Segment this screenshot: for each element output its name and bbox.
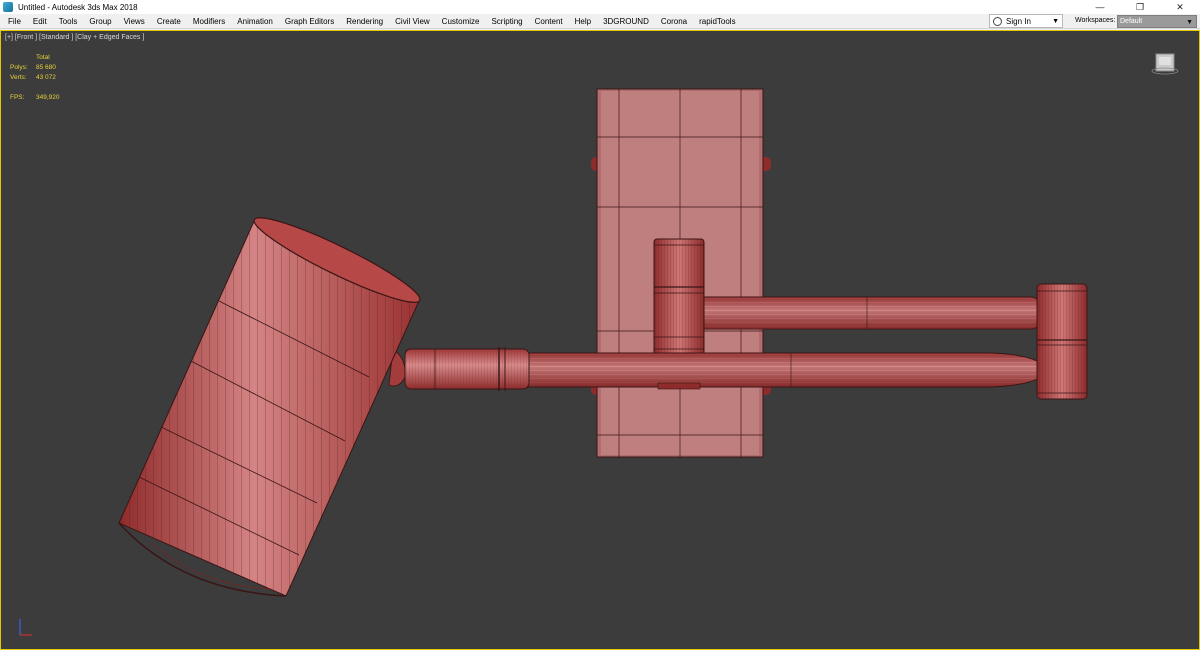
menu-item-tools[interactable]: Tools bbox=[53, 14, 84, 29]
window-controls: — ❐ ✕ bbox=[1080, 0, 1200, 14]
front-viewport[interactable]: [+] [Front ] [Standard ] [Clay + Edged F… bbox=[0, 30, 1200, 650]
scene-canvas[interactable] bbox=[1, 31, 1199, 649]
head-connector[interactable] bbox=[388, 347, 530, 391]
lamp-head-cylinder[interactable] bbox=[118, 207, 426, 597]
upper-arm[interactable] bbox=[690, 296, 1042, 330]
menu-item-edit[interactable]: Edit bbox=[27, 14, 53, 29]
menu-item-rendering[interactable]: Rendering bbox=[340, 14, 389, 29]
sign-in-button[interactable]: Sign In ▼ bbox=[989, 14, 1063, 28]
user-icon bbox=[993, 16, 1002, 26]
app-logo-icon bbox=[3, 2, 13, 12]
menu-item-modifiers[interactable]: Modifiers bbox=[187, 14, 231, 29]
menu-item-views[interactable]: Views bbox=[118, 14, 151, 29]
menu-item-create[interactable]: Create bbox=[151, 14, 187, 29]
menu-item-customize[interactable]: Customize bbox=[436, 14, 486, 29]
workspaces-dropdown[interactable]: Default ▼ bbox=[1117, 15, 1197, 28]
sign-in-label: Sign In bbox=[1006, 16, 1031, 26]
menu-item-graph-editors[interactable]: Graph Editors bbox=[279, 14, 340, 29]
menu-item-content[interactable]: Content bbox=[529, 14, 569, 29]
menu-item-group[interactable]: Group bbox=[83, 14, 117, 29]
menu-item-help[interactable]: Help bbox=[569, 14, 597, 29]
pivot-joint-upper[interactable] bbox=[653, 238, 705, 357]
menu-item-scripting[interactable]: Scripting bbox=[485, 14, 528, 29]
workspaces-value: Default bbox=[1120, 18, 1143, 25]
minimize-button[interactable]: — bbox=[1080, 0, 1120, 14]
elbow-joint-right[interactable] bbox=[1036, 283, 1088, 400]
maximize-button[interactable]: ❐ bbox=[1120, 0, 1160, 14]
chevron-down-icon: ▼ bbox=[1186, 19, 1193, 26]
menu-item-3dground[interactable]: 3DGROUND bbox=[597, 14, 655, 29]
menu-item-file[interactable]: File bbox=[2, 14, 27, 29]
axis-gizmo-icon bbox=[19, 619, 32, 636]
workspaces-label: Workspaces: bbox=[1075, 17, 1116, 24]
menu-item-civil-view[interactable]: Civil View bbox=[389, 14, 436, 29]
menu-item-animation[interactable]: Animation bbox=[231, 14, 279, 29]
menu-item-rapidtools[interactable]: rapidTools bbox=[693, 14, 741, 29]
window-title: Untitled - Autodesk 3ds Max 2018 bbox=[18, 2, 138, 12]
menu-items: File Edit Tools Group Views Create Modifiers An… bbox=[0, 14, 742, 29]
menu-item-corona[interactable]: Corona bbox=[655, 14, 693, 29]
title-bar: Untitled - Autodesk 3ds Max 2018 — ❐ ✕ bbox=[0, 0, 1200, 14]
close-button[interactable]: ✕ bbox=[1160, 0, 1200, 14]
chevron-down-icon: ▼ bbox=[1052, 18, 1059, 25]
lower-arm[interactable] bbox=[520, 352, 1048, 390]
